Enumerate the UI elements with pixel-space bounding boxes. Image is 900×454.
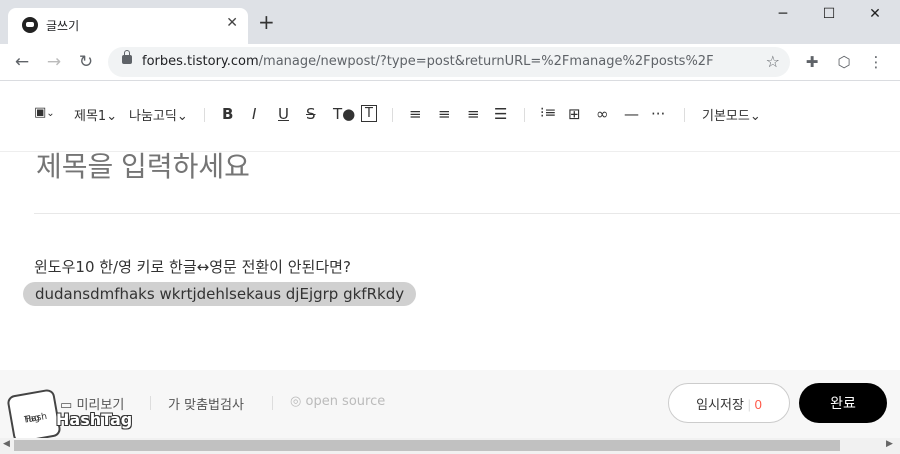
hashtag-logo-badge: Hash Tag (6, 388, 62, 444)
insert-image-icon[interactable]: ▣⌄ (34, 105, 55, 120)
bottom-divider (150, 396, 151, 410)
table-icon[interactable]: ⊞ (568, 105, 581, 123)
font-select-label: 나눔고딕 (129, 109, 177, 124)
lock-icon (122, 50, 132, 64)
toolbar-divider (524, 108, 525, 122)
scroll-right-arrow-icon[interactable]: ▶ (886, 439, 893, 449)
body-text-line[interactable]: 윈도우10 한/영 키로 한글↔영문 전환이 안된다면? (34, 256, 351, 277)
temp-save-button[interactable]: 임시저장 | 0 (668, 383, 790, 423)
more-options-icon[interactable]: ··· (651, 105, 665, 123)
align-right-icon[interactable]: ≡ (467, 105, 480, 123)
align-center-icon[interactable]: ≡ (438, 105, 451, 123)
horizontal-rule-icon[interactable]: — (624, 105, 639, 123)
bullet-list-icon[interactable]: ⁝≡ (540, 105, 556, 121)
bookmark-star-icon[interactable]: ☆ (766, 52, 780, 71)
forward-arrow-icon[interactable]: → (42, 50, 66, 74)
bottom-divider (272, 396, 273, 410)
toolbar-divider (204, 108, 205, 122)
tab-title: 글쓰기 (46, 19, 80, 33)
url-path: /manage/newpost/?type=post&returnURL=%2F… (258, 54, 714, 69)
tab-bar: 글쓰기 ✕ + ─ ☐ ✕ (0, 0, 900, 44)
open-source-label: open source (305, 394, 386, 409)
editor-mode-label: 기본모드 (702, 109, 750, 124)
menu-kebab-icon[interactable]: ⋮ (866, 52, 886, 72)
chevron-down-icon: ⌄ (106, 109, 118, 124)
link-icon[interactable]: ∞ (596, 105, 609, 123)
post-title-input[interactable] (34, 146, 638, 188)
extension-cube-icon[interactable]: ⬡ (834, 52, 854, 72)
reload-icon[interactable]: ↻ (74, 50, 98, 74)
url-text[interactable]: forbes.tistory.com/manage/newpost/?type=… (142, 54, 714, 69)
temp-save-label: 임시저장 (696, 396, 744, 412)
text-background-icon[interactable]: T (361, 105, 377, 122)
toolbar-divider (392, 108, 393, 122)
publish-done-button[interactable]: 완료 (799, 383, 887, 423)
italic-icon[interactable]: I (252, 105, 256, 123)
heading-select[interactable]: 제목1⌄ (74, 105, 117, 124)
address-bar[interactable]: forbes.tistory.com/manage/newpost/?type=… (108, 47, 790, 77)
editor-mode-select[interactable]: 기본모드⌄ (702, 105, 761, 124)
url-host: forbes.tistory.com (142, 54, 259, 69)
toolbar-divider (684, 108, 685, 122)
chevron-down-icon: ⌄ (749, 109, 761, 124)
temp-save-count: 0 (754, 396, 762, 412)
scroll-left-arrow-icon[interactable]: ◀ (3, 439, 10, 449)
back-arrow-icon[interactable]: ← (10, 50, 34, 74)
heading-select-label: 제목1 (74, 109, 107, 124)
editor-toolbar: ▣⌄ 제목1⌄ 나눔고딕⌄ B I U S T● T ≡ ≡ ≡ ☰ ⁝≡ ⊞ … (0, 81, 900, 152)
browser-toolbar: ← → ↻ forbes.tistory.com/manage/newpost/… (0, 44, 900, 81)
scrollbar-thumb[interactable] (14, 440, 840, 451)
spellcheck-label: 맞춤법검사 (184, 398, 244, 413)
chevron-down-icon: ⌄ (176, 109, 188, 124)
align-left-icon[interactable]: ≡ (409, 105, 422, 123)
minimize-button[interactable]: ─ (760, 6, 806, 26)
open-source-icon: ◎ (290, 394, 302, 409)
spellcheck-icon: 가 (168, 398, 180, 413)
tab-close-button[interactable]: ✕ (226, 15, 238, 31)
text-color-icon[interactable]: T● (333, 105, 355, 123)
body-text-highlighted[interactable]: dudansdmfhaks wkrtjdehlsekaus djEjgrp gk… (23, 282, 417, 306)
extensions-puzzle-icon[interactable]: ✚ (802, 52, 822, 72)
close-window-button[interactable]: ✕ (852, 6, 898, 26)
bottom-action-bar: ▭ 미리보기 가 맞춤법검사 ◎ open source 임시저장 | 0 완료 (0, 370, 900, 438)
strikethrough-icon[interactable]: S (306, 105, 316, 123)
spellcheck-button[interactable]: 가 맞춤법검사 (168, 394, 244, 413)
browser-tab[interactable]: 글쓰기 ✕ (8, 8, 248, 44)
hashtag-watermark-text: HashTag (56, 410, 133, 429)
temp-save-divider: | (747, 396, 751, 412)
new-tab-button[interactable]: + (258, 12, 275, 32)
title-divider (34, 213, 900, 214)
horizontal-scrollbar[interactable]: ◀ ▶ (0, 438, 900, 454)
maximize-button[interactable]: ☐ (806, 6, 852, 26)
logo-badge-line: Tag (23, 413, 41, 426)
align-justify-icon[interactable]: ☰ (494, 105, 507, 123)
tistory-favicon-icon (22, 17, 38, 33)
open-source-link[interactable]: ◎ open source (290, 394, 385, 409)
underline-icon[interactable]: U (278, 105, 289, 123)
bold-icon[interactable]: B (222, 105, 233, 123)
font-select[interactable]: 나눔고딕⌄ (129, 105, 188, 124)
